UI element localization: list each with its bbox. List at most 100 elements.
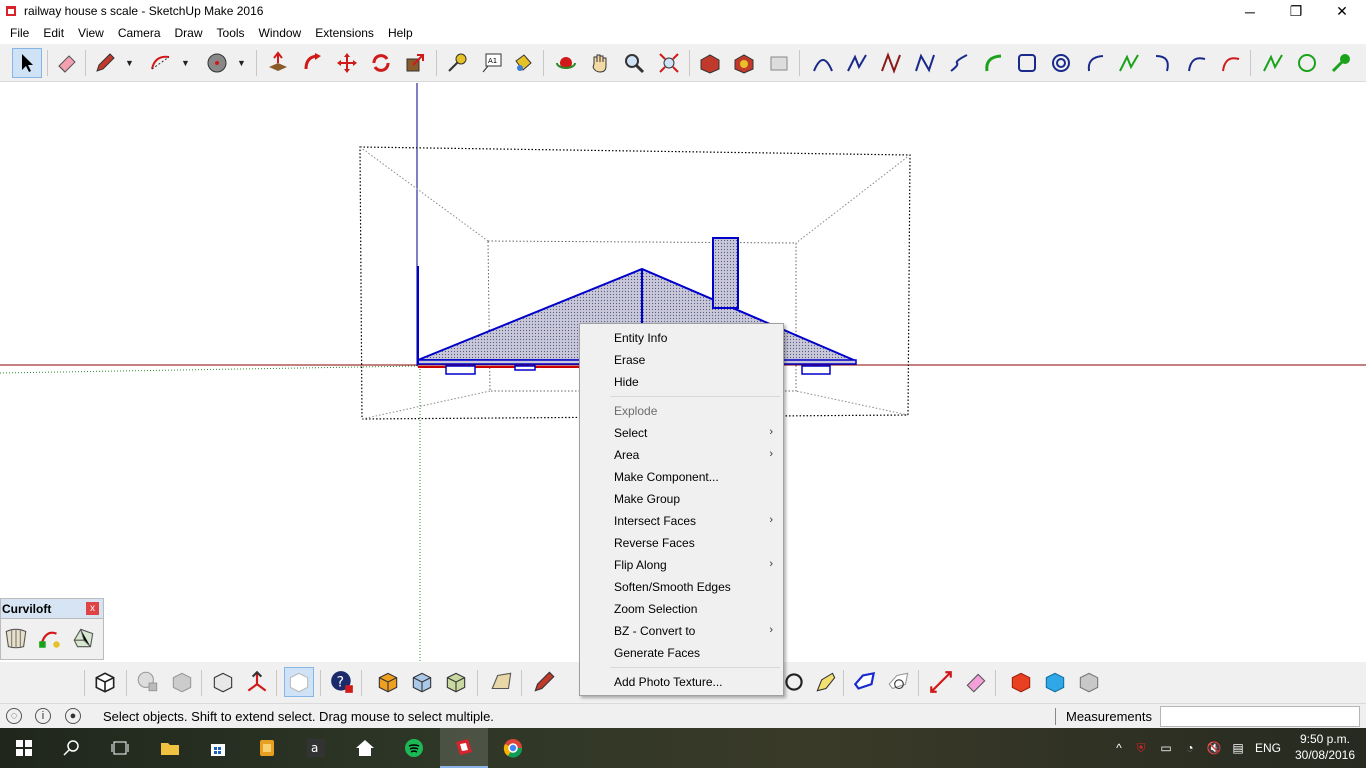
close-button[interactable]: ✕ [1319,0,1365,23]
skin-contour-button[interactable] [71,625,97,651]
rotate-tool-button[interactable] [366,48,396,78]
bz-tool-5-button[interactable] [944,48,974,78]
bz-tool-16-button[interactable] [1326,48,1356,78]
pen-tool-button[interactable] [811,667,841,697]
zoom-extents-tool-button[interactable] [654,48,684,78]
store-button[interactable] [194,728,242,768]
extension-warehouse-button[interactable] [729,48,759,78]
bz-tool-14-button[interactable] [1258,48,1288,78]
bz-tool-7-button[interactable] [1012,48,1042,78]
eraser-tool-button[interactable] [52,48,82,78]
push-pull-tool-button[interactable] [263,48,293,78]
move-tool-button[interactable] [332,48,362,78]
curviloft-header[interactable]: Curviloft x [1,599,103,619]
layout-button[interactable] [764,48,794,78]
menu-item-bz-convert-to[interactable]: BZ - Convert to › [580,620,783,642]
taskbar-clock[interactable]: 9:50 p.m. 30/08/2016 [1290,731,1360,763]
chrome-button[interactable] [489,728,537,768]
menu-item-reverse-faces[interactable]: Reverse Faces [580,532,783,554]
user-account-icon[interactable]: ● [65,708,81,724]
menu-item-entity-info[interactable]: Entity Info [580,327,783,349]
menu-item-intersect-faces[interactable]: Intersect Faces › [580,510,783,532]
scale-tool-button[interactable] [400,48,430,78]
menu-item-make-component[interactable]: Make Component... [580,466,783,488]
menu-item-add-photo-texture[interactable]: Add Photo Texture... [580,671,783,693]
gray-box-button[interactable] [1074,667,1104,697]
amazon-button[interactable]: a [292,728,340,768]
menu-item-erase[interactable]: Erase [580,349,783,371]
menu-item-area[interactable]: Area › [580,444,783,466]
credits-icon[interactable]: i [35,708,51,724]
line-tool-button[interactable] [90,48,120,78]
menu-file[interactable]: File [3,23,36,43]
select-tool-button[interactable] [12,48,42,78]
bz-tool-11-button[interactable] [1148,48,1178,78]
tool-eraser-pink-button[interactable] [961,667,991,697]
chevron-down-icon[interactable]: ▼ [181,58,191,68]
menu-draw[interactable]: Draw [168,23,210,43]
section-plane-button[interactable] [208,667,238,697]
component-button[interactable] [90,667,120,697]
file-explorer-button[interactable] [146,728,194,768]
bz-tool-2-button[interactable] [842,48,872,78]
bz-tool-15-button[interactable] [1292,48,1322,78]
menu-item-generate-faces[interactable]: Generate Faces [580,642,783,664]
selected-chimney[interactable] [712,237,739,309]
menu-item-hide[interactable]: Hide [580,371,783,393]
chevron-down-icon[interactable]: ▼ [237,58,247,68]
bz-tool-4-button[interactable] [910,48,940,78]
loft-by-spline-button[interactable] [3,625,29,651]
sandbox-button[interactable] [487,667,517,697]
chevron-up-icon[interactable]: ^ [1110,741,1128,755]
bz-tool-12-button[interactable] [1182,48,1212,78]
wifi-icon[interactable]: ◔ [1178,741,1202,755]
intersect-button[interactable] [167,667,197,697]
tape-measure-tool-button[interactable] [442,48,472,78]
tool-blue-shape-button[interactable] [850,667,880,697]
iso-view-button[interactable] [373,667,403,697]
spotify-button[interactable] [390,728,438,768]
orbit-tool-button[interactable] [551,48,581,78]
zoom-tool-button[interactable] [619,48,649,78]
bz-tool-9-button[interactable] [1080,48,1110,78]
text-tool-button[interactable]: A1 [477,48,507,78]
minimize-button[interactable]: ─ [1227,0,1273,23]
sketchup-taskbar-button[interactable] [440,728,488,768]
menu-extensions[interactable]: Extensions [308,23,381,43]
bz-tool-13-button[interactable] [1216,48,1246,78]
chevron-down-icon[interactable]: ▼ [125,58,135,68]
restore-button[interactable]: ❐ [1273,0,1319,23]
pan-tool-button[interactable] [585,48,615,78]
volume-mute-icon[interactable]: 🔇 [1202,741,1226,755]
notification-icon[interactable]: ▤ [1226,741,1250,755]
curviloft-close-button[interactable]: x [86,602,99,615]
start-button[interactable] [0,728,48,768]
wireframe-view-button[interactable] [407,667,437,697]
menu-item-flip-along[interactable]: Flip Along › [580,554,783,576]
tool-magnify-button[interactable] [884,667,914,697]
bz-tool-8-button[interactable] [1046,48,1076,78]
paint-bucket-tool-button[interactable] [508,48,538,78]
outer-shell-button[interactable] [133,667,163,697]
bz-tool-6-button[interactable] [978,48,1008,78]
app-orange-button[interactable] [243,728,291,768]
loft-along-path-button[interactable] [37,625,63,651]
bz-tool-3-button[interactable] [876,48,906,78]
antivirus-icon[interactable]: ⛨ [1128,741,1154,756]
help-button[interactable]: ? [327,667,357,697]
menu-help[interactable]: Help [381,23,420,43]
menu-item-soften-smooth-edges[interactable]: Soften/Smooth Edges [580,576,783,598]
geo-location-icon[interactable]: ◌ [6,708,22,724]
measurements-input[interactable] [1160,706,1360,727]
menu-item-make-group[interactable]: Make Group [580,488,783,510]
freehand-button[interactable] [529,667,559,697]
menu-item-zoom-selection[interactable]: Zoom Selection [580,598,783,620]
menu-camera[interactable]: Camera [111,23,168,43]
axes-button[interactable] [242,667,272,697]
follow-me-tool-button[interactable] [298,48,328,78]
warehouse-button[interactable] [695,48,725,78]
bz-tool-10-button[interactable] [1114,48,1144,78]
xray-button[interactable] [284,667,314,697]
menu-edit[interactable]: Edit [36,23,71,43]
bz-tool-1-button[interactable] [808,48,838,78]
